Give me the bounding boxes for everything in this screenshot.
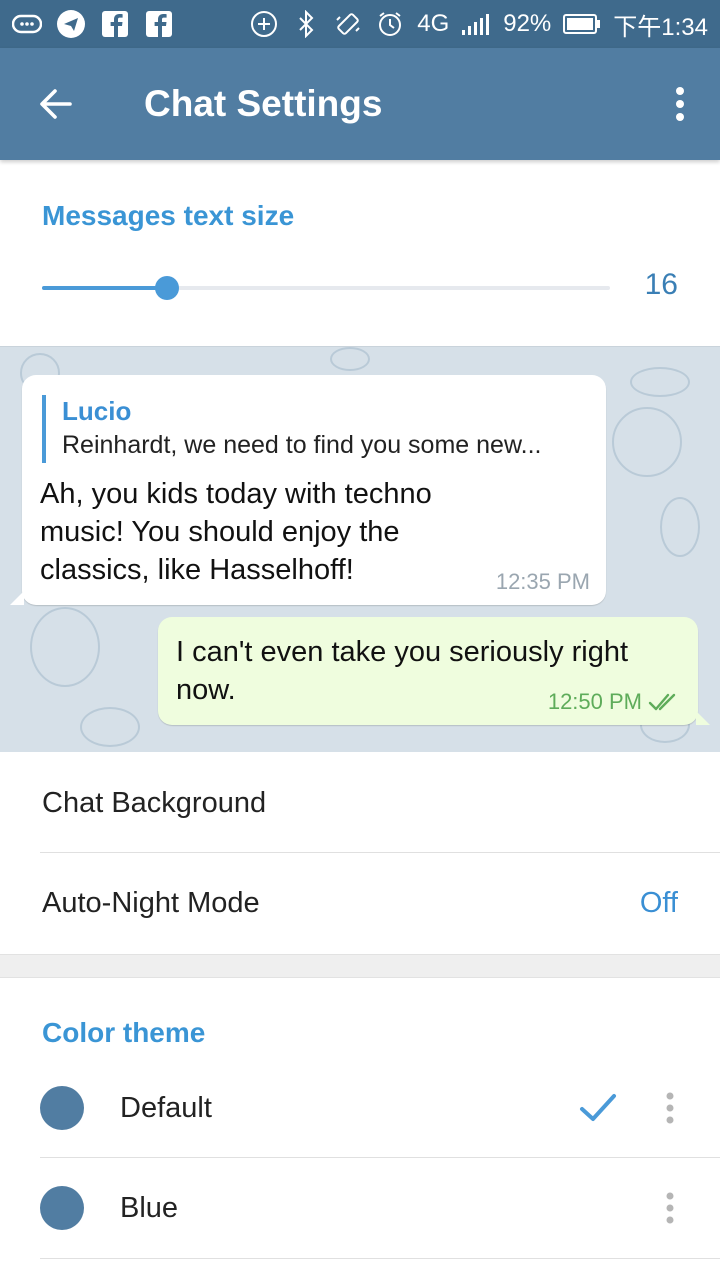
clock: 下午1:34 xyxy=(613,13,708,41)
vibrate-icon xyxy=(333,9,363,39)
telegram-icon xyxy=(56,9,86,39)
double-check-icon xyxy=(648,693,676,711)
background-doodle xyxy=(330,347,370,371)
facebook-icon xyxy=(100,9,130,39)
background-doodle xyxy=(30,607,100,687)
reply-sender-name: Lucio xyxy=(62,396,132,426)
text-size-section: Messages text size 16 xyxy=(0,160,720,346)
more-vertical-icon xyxy=(666,1092,674,1124)
theme-options-button[interactable] xyxy=(640,1178,700,1238)
more-notifications-icon xyxy=(12,9,42,39)
incoming-message-time: 12:35 PM xyxy=(495,569,590,594)
background-doodle xyxy=(80,707,140,747)
auto-night-mode-value: Off xyxy=(639,887,678,919)
theme-row-blue[interactable]: Blue xyxy=(0,1158,720,1258)
theme-label: Default xyxy=(120,1091,212,1124)
incoming-message-text: Ah, you kids today with techno music! Yo… xyxy=(40,478,432,586)
status-bar: 4G 92% 下午1:34 xyxy=(0,0,720,48)
more-vertical-icon xyxy=(666,1192,674,1224)
back-arrow-icon xyxy=(40,89,72,119)
color-theme-header: Color theme xyxy=(42,1017,206,1048)
chat-preview: Lucio Reinhardt, we need to find you som… xyxy=(0,346,720,752)
overflow-menu-button[interactable] xyxy=(640,48,720,160)
auto-night-mode-label: Auto-Night Mode xyxy=(42,887,260,919)
background-doodle xyxy=(612,407,682,477)
divider xyxy=(40,1258,720,1259)
theme-label: Blue xyxy=(120,1191,179,1224)
text-size-header: Messages text size xyxy=(42,200,295,231)
reply-text: Reinhardt, we need to find you some new.… xyxy=(62,431,542,459)
chat-background-row[interactable]: Chat Background xyxy=(0,752,720,854)
alarm-icon xyxy=(375,9,405,39)
chat-background-label: Chat Background xyxy=(42,786,267,819)
color-theme-header-row: Color theme xyxy=(0,978,720,1060)
app-bar: Chat Settings xyxy=(0,48,720,160)
text-size-value: 16 xyxy=(644,268,678,301)
network-type: 4G xyxy=(417,10,450,37)
facebook-icon xyxy=(144,9,174,39)
text-size-slider-fill xyxy=(42,286,167,290)
theme-color-swatch xyxy=(40,1186,84,1230)
data-saver-icon xyxy=(249,9,279,39)
back-button[interactable] xyxy=(0,48,112,160)
more-vertical-icon xyxy=(676,87,684,121)
battery-percent: 92% xyxy=(503,10,552,37)
page-title: Chat Settings xyxy=(144,83,383,124)
reply-quote: Lucio Reinhardt, we need to find you som… xyxy=(42,395,541,463)
section-gap xyxy=(0,954,720,978)
checkmark-icon xyxy=(580,1094,616,1121)
background-doodle xyxy=(630,367,690,397)
auto-night-mode-row[interactable]: Auto-Night Mode Off xyxy=(0,853,720,954)
background-doodle xyxy=(660,497,700,557)
bluetooth-icon xyxy=(291,9,321,39)
incoming-message-bubble: Lucio Reinhardt, we need to find you som… xyxy=(10,375,606,605)
signal-icon xyxy=(461,9,491,39)
outgoing-message-bubble: I can't even take you seriously right no… xyxy=(158,617,710,725)
theme-color-swatch xyxy=(40,1086,84,1130)
theme-options-button[interactable] xyxy=(640,1078,700,1138)
theme-row-default[interactable]: Default xyxy=(0,1060,720,1156)
outgoing-message-time: 12:50 PM xyxy=(547,689,642,714)
battery-icon xyxy=(563,9,601,39)
text-size-slider-thumb[interactable] xyxy=(154,276,179,300)
